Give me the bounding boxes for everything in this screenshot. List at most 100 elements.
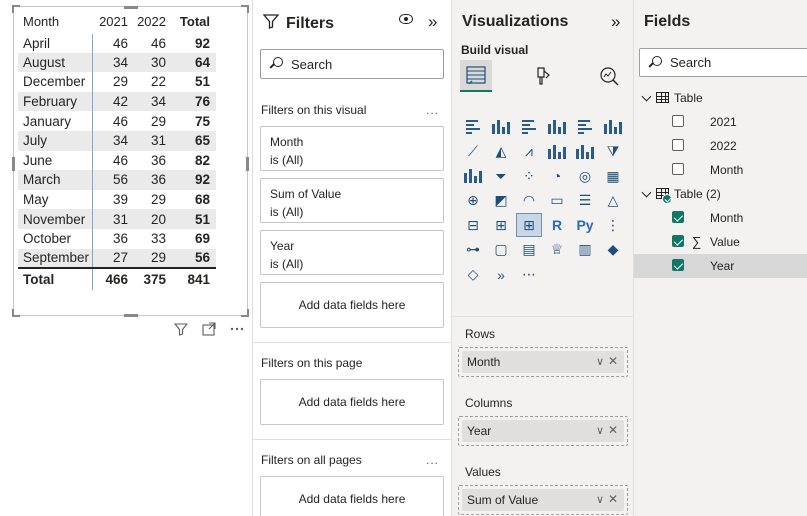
- ribbon-chart-icon[interactable]: ⧩: [601, 141, 625, 163]
- line-chart-icon[interactable]: ⟋: [461, 141, 485, 163]
- 100-bar-chart-icon[interactable]: [573, 116, 597, 138]
- matrix-row[interactable]: May 39 29 68: [18, 189, 216, 210]
- rows-well[interactable]: Month ∨ ✕: [458, 347, 628, 377]
- header-2021[interactable]: 2021: [92, 11, 130, 34]
- python-visual-icon[interactable]: Py: [573, 214, 597, 236]
- more-options-icon[interactable]: [228, 322, 246, 339]
- table-node-table-2[interactable]: Table (2): [634, 182, 807, 206]
- add-page-filter-drop[interactable]: Add data fields here: [260, 379, 444, 425]
- more-visuals-icon[interactable]: ⋯: [517, 264, 541, 286]
- matrix-row[interactable]: August 34 30 64: [18, 52, 216, 73]
- pie-chart-icon[interactable]: ◔: [545, 165, 569, 187]
- matrix-row[interactable]: March 56 36 92: [18, 170, 216, 190]
- field-checkbox[interactable]: [672, 139, 684, 151]
- field-row-2022[interactable]: 2022: [634, 134, 807, 158]
- smart-narrative-icon[interactable]: ▤: [517, 239, 541, 261]
- field-row-year[interactable]: Year: [634, 254, 807, 278]
- filter-card-sum-of-value[interactable]: Sum of Value is (All): [260, 178, 444, 223]
- columns-field-pill[interactable]: Year ∨ ✕: [462, 420, 624, 442]
- eye-icon[interactable]: [399, 14, 413, 24]
- field-checkbox-checked[interactable]: [672, 235, 684, 247]
- columns-well[interactable]: Year ∨ ✕: [458, 416, 628, 446]
- matrix-row[interactable]: April 46 46 92: [18, 33, 216, 53]
- chevron-down-icon[interactable]: [641, 187, 652, 198]
- resize-handle-top[interactable]: [124, 6, 138, 9]
- filters-search-input[interactable]: Search: [260, 49, 444, 79]
- matrix-row[interactable]: February 42 34 76: [18, 91, 216, 112]
- field-checkbox[interactable]: [672, 163, 684, 175]
- matrix-visual[interactable]: Month 2021 2022 Total April 46 46 92 August 3…: [12, 5, 249, 317]
- 100-column-chart-icon[interactable]: [601, 116, 625, 138]
- field-checkbox[interactable]: [672, 115, 684, 127]
- clustered-bar-chart-icon[interactable]: [517, 116, 541, 138]
- multi-row-card-icon[interactable]: ☰: [573, 190, 597, 212]
- matrix-row[interactable]: July 34 31 65: [18, 130, 216, 151]
- map-icon[interactable]: ⊕: [461, 190, 485, 212]
- matrix-row[interactable]: October 36 33 69: [18, 228, 216, 249]
- kpi-icon[interactable]: △: [601, 190, 625, 212]
- field-row-2021[interactable]: 2021: [634, 110, 807, 134]
- filters-on-visual-more[interactable]: ...: [426, 103, 439, 117]
- r-visual-icon[interactable]: R: [545, 214, 569, 236]
- collapse-filters-button[interactable]: »: [428, 12, 437, 32]
- rows-field-pill[interactable]: Month ∨ ✕: [462, 351, 624, 373]
- chevron-down-icon[interactable]: ∨: [596, 493, 604, 506]
- field-row-value[interactable]: ∑ Value: [634, 230, 807, 254]
- stacked-column-chart-icon[interactable]: [489, 116, 513, 138]
- donut-chart-icon[interactable]: ◎: [573, 165, 597, 187]
- power-automate-flow-icon[interactable]: »: [489, 264, 513, 286]
- filter-card-year[interactable]: Year is (All): [260, 230, 444, 275]
- fields-search-input[interactable]: Search: [639, 48, 807, 77]
- header-month[interactable]: Month: [18, 11, 92, 34]
- chevron-down-icon[interactable]: ∨: [596, 424, 604, 437]
- filter-card-month[interactable]: Month is (All): [260, 126, 444, 171]
- analytics-tab[interactable]: [593, 60, 625, 92]
- resize-corner-bottom-left[interactable]: [12, 309, 20, 317]
- resize-handle-bottom[interactable]: [124, 314, 138, 317]
- power-automate-icon[interactable]: ◇: [461, 264, 485, 286]
- paginated-report-icon[interactable]: ▥: [573, 239, 597, 261]
- resize-corner-bottom-right[interactable]: [241, 309, 249, 317]
- gauge-icon[interactable]: ◠: [517, 190, 541, 212]
- matrix-row[interactable]: December 29 22 51: [18, 72, 216, 92]
- resize-corner-top-right[interactable]: [241, 5, 249, 13]
- power-apps-icon[interactable]: ◆: [601, 239, 625, 261]
- focus-mode-icon[interactable]: [200, 322, 218, 339]
- header-2022[interactable]: 2022: [130, 11, 168, 34]
- field-checkbox-checked[interactable]: [672, 211, 684, 223]
- remove-field-icon[interactable]: ✕: [608, 423, 618, 437]
- table-visual-icon[interactable]: ⊞: [489, 214, 513, 236]
- decomposition-tree-icon[interactable]: ⊶: [461, 239, 485, 261]
- format-visual-tab[interactable]: [527, 60, 559, 92]
- resize-handle-left[interactable]: [12, 157, 15, 171]
- collapse-visualizations-button[interactable]: »: [611, 12, 620, 32]
- filter-icon[interactable]: [172, 322, 190, 339]
- clustered-column-chart-icon[interactable]: [545, 116, 569, 138]
- stacked-area-chart-icon[interactable]: ⩘: [517, 141, 541, 163]
- matrix-row[interactable]: June 46 36 82: [18, 150, 216, 171]
- qna-icon[interactable]: ▢: [489, 239, 513, 261]
- matrix-row[interactable]: November 31 20 51: [18, 209, 216, 229]
- stacked-bar-chart-icon[interactable]: [461, 116, 485, 138]
- remove-field-icon[interactable]: ✕: [608, 354, 618, 368]
- filled-map-icon[interactable]: ◩: [489, 190, 513, 212]
- card-icon[interactable]: ▭: [545, 190, 569, 212]
- matrix-row[interactable]: January 46 29 75: [18, 111, 216, 131]
- resize-handle-right[interactable]: [246, 157, 249, 171]
- scatter-chart-icon[interactable]: ⁘: [517, 165, 541, 187]
- table-node-table[interactable]: Table: [634, 86, 807, 110]
- matrix-row[interactable]: September 27 29 56: [18, 248, 216, 269]
- waterfall-chart-icon[interactable]: [461, 165, 485, 187]
- values-field-pill[interactable]: Sum of Value ∨ ✕: [462, 489, 624, 511]
- header-total[interactable]: Total: [168, 11, 216, 34]
- line-clustered-column-icon[interactable]: [573, 141, 597, 163]
- matrix-visual-icon[interactable]: ⊞: [516, 213, 542, 238]
- funnel-chart-icon[interactable]: ⏷: [489, 165, 513, 187]
- remove-field-icon[interactable]: ✕: [608, 492, 618, 506]
- build-visual-tab[interactable]: [460, 60, 492, 92]
- area-chart-icon[interactable]: ◭: [489, 141, 513, 163]
- treemap-icon[interactable]: ▦: [601, 165, 625, 187]
- field-checkbox-checked[interactable]: [672, 259, 684, 271]
- filters-on-all-pages-more[interactable]: ...: [426, 453, 439, 467]
- chevron-down-icon[interactable]: ∨: [596, 355, 604, 368]
